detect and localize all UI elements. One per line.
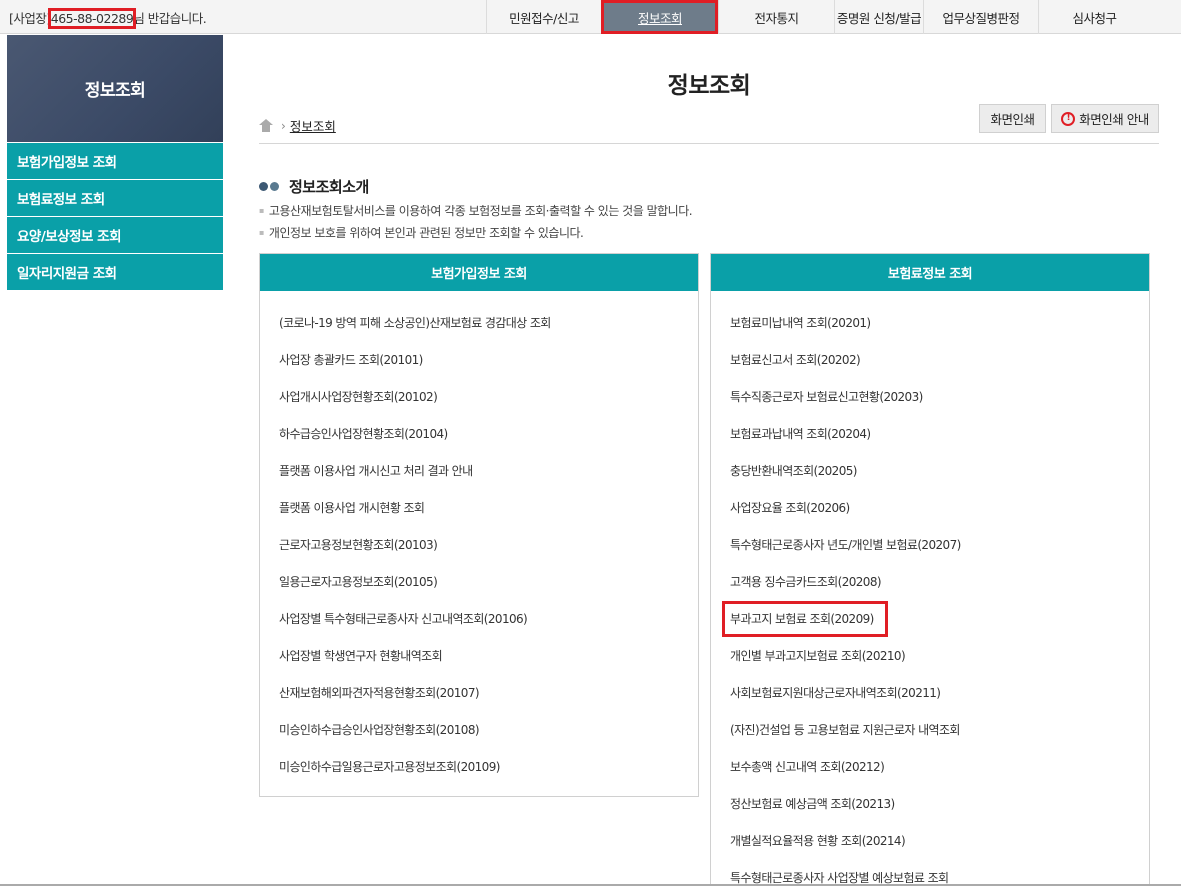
sidebar-item-4[interactable]: 일자리지원금 조회 bbox=[7, 253, 223, 290]
nav-item-5[interactable]: 업무상질병판정 bbox=[923, 0, 1038, 34]
list-item[interactable]: (자진)건설업 등 고용보험료 지원근로자 내역조회 bbox=[711, 712, 1149, 749]
home-icon[interactable] bbox=[259, 119, 273, 132]
list-item[interactable]: 근로자고용정보현황조회(20103) bbox=[260, 527, 698, 564]
list-item[interactable]: 개별실적요율적용 현황 조회(20214) bbox=[711, 823, 1149, 860]
list-item[interactable]: 플랫폼 이용사업 개시신고 처리 결과 안내 bbox=[260, 453, 698, 490]
sidebar-item-3[interactable]: 요양/보상정보 조회 bbox=[7, 216, 223, 253]
panel-header: 보험료정보 조회 bbox=[711, 254, 1149, 291]
page-title: 정보조회 bbox=[667, 73, 751, 99]
nav-item-1[interactable]: 민원접수/신고 bbox=[486, 0, 601, 34]
list-item[interactable]: 보험료미납내역 조회(20201) bbox=[711, 305, 1149, 342]
list-item[interactable]: 하수급승인사업장현황조회(20104) bbox=[260, 416, 698, 453]
print-guide-button[interactable]: ! 화면인쇄 안내 bbox=[1051, 104, 1159, 133]
description-line-2: 개인정보 보호를 위하여 본인과 관련된 정보만 조회할 수 있습니다. bbox=[259, 224, 584, 241]
description-line-1: 고용산재보험토탈서비스를 이용하여 각종 보험정보를 조회·출력할 수 있는 것… bbox=[259, 202, 693, 219]
list-item[interactable]: 미승인하수급승인사업장현황조회(20108) bbox=[260, 712, 698, 749]
list-item[interactable]: 일용근로자고용정보조회(20105) bbox=[260, 564, 698, 601]
panel-header: 보험가입정보 조회 bbox=[260, 254, 698, 291]
divider bbox=[259, 143, 1159, 144]
list-item[interactable]: 보험료과납내역 조회(20204) bbox=[711, 416, 1149, 453]
panel-list: (코로나-19 방역 피해 소상공인)산재보험료 경감대상 조회 사업장 총괄카드… bbox=[260, 291, 698, 786]
list-item[interactable]: 보수총액 신고내역 조회(20212) bbox=[711, 749, 1149, 786]
list-item[interactable]: 보험료신고서 조회(20202) bbox=[711, 342, 1149, 379]
alert-icon: ! bbox=[1061, 111, 1076, 126]
print-guide-label: 화면인쇄 안내 bbox=[1079, 112, 1149, 127]
sidebar-title: 정보조회 bbox=[7, 35, 223, 142]
nav-item-6[interactable]: 심사청구 bbox=[1038, 0, 1150, 34]
section-title-text: 정보조회소개 bbox=[289, 178, 369, 196]
list-item[interactable]: 특수형태근로종사자 년도/개인별 보험료(20207) bbox=[711, 527, 1149, 564]
breadcrumb-current[interactable]: 정보조회 bbox=[290, 116, 336, 135]
list-item[interactable]: 플랫폼 이용사업 개시현황 조회 bbox=[260, 490, 698, 527]
list-item[interactable]: 부과고지 보험료 조회(20209) bbox=[711, 601, 1149, 638]
top-bar: [사업장]465-88-02289님 반갑습니다. 민원접수/신고 정보조회 전자통… bbox=[0, 0, 1181, 34]
list-item[interactable]: 충당반환내역조회(20205) bbox=[711, 453, 1149, 490]
insurance-premium-panel: 보험료정보 조회 보험료미납내역 조회(20201) 보험료신고서 조회(2020… bbox=[710, 253, 1150, 886]
list-item[interactable]: 사업개시사업장현황조회(20102) bbox=[260, 379, 698, 416]
bullet-dots-icon bbox=[259, 182, 281, 191]
list-item[interactable]: 정산보험료 예상금액 조회(20213) bbox=[711, 786, 1149, 823]
chevron-right-icon: › bbox=[281, 118, 286, 133]
top-nav: 민원접수/신고 정보조회 전자통지 증명원 신청/발급 업무상질병판정 심사청구 bbox=[486, 0, 1150, 34]
nav-item-4[interactable]: 증명원 신청/발급 bbox=[834, 0, 923, 34]
list-item[interactable]: 사업장별 특수형태근로종사자 신고내역조회(20106) bbox=[260, 601, 698, 638]
nav-item-3[interactable]: 전자통지 bbox=[718, 0, 834, 34]
breadcrumb: › 정보조회 bbox=[259, 116, 336, 135]
insurance-enrollment-panel: 보험가입정보 조회 (코로나-19 방역 피해 소상공인)산재보험료 경감대상 … bbox=[259, 253, 699, 797]
greeting-suffix: 님 반갑습니다. bbox=[133, 11, 207, 26]
list-item[interactable]: 개인별 부과고지보험료 조회(20210) bbox=[711, 638, 1149, 675]
print-button[interactable]: 화면인쇄 bbox=[979, 104, 1046, 133]
sidebar-menu: 보험가입정보 조회 보험료정보 조회 요양/보상정보 조회 일자리지원금 조회 bbox=[7, 142, 223, 290]
list-item[interactable]: 고객용 징수금카드조회(20208) bbox=[711, 564, 1149, 601]
panel-list: 보험료미납내역 조회(20201) 보험료신고서 조회(20202) 특수직종근로자… bbox=[711, 291, 1149, 886]
sidebar-item-1[interactable]: 보험가입정보 조회 bbox=[7, 142, 223, 179]
list-item[interactable]: 사업장요율 조회(20206) bbox=[711, 490, 1149, 527]
list-item[interactable]: 사업장별 학생연구자 현황내역조회 bbox=[260, 638, 698, 675]
section-title: 정보조회소개 bbox=[259, 176, 369, 197]
list-item[interactable]: 사업장 총괄카드 조회(20101) bbox=[260, 342, 698, 379]
list-item[interactable]: 사회보험료지원대상근로자내역조회(20211) bbox=[711, 675, 1149, 712]
list-item[interactable]: 특수형태근로종사자 사업장별 예상보험료 조회 bbox=[711, 860, 1149, 886]
list-item[interactable]: (코로나-19 방역 피해 소상공인)산재보험료 경감대상 조회 bbox=[260, 305, 698, 342]
sidebar: 정보조회 보험가입정보 조회 보험료정보 조회 요양/보상정보 조회 일자리지원금 조… bbox=[7, 35, 223, 290]
nav-item-2[interactable]: 정보조회 bbox=[601, 0, 718, 34]
greeting-text: [사업장]465-88-02289님 반갑습니다. bbox=[9, 8, 207, 29]
highlighted-item-label: 부과고지 보험료 조회(20209) bbox=[722, 601, 888, 637]
sidebar-item-2[interactable]: 보험료정보 조회 bbox=[7, 179, 223, 216]
business-number: 465-88-02289 bbox=[47, 8, 137, 29]
greeting-prefix: [사업장] bbox=[9, 11, 51, 26]
list-item[interactable]: 특수직종근로자 보험료신고현황(20203) bbox=[711, 379, 1149, 416]
list-item[interactable]: 미승인하수급일용근로자고용정보조회(20109) bbox=[260, 749, 698, 786]
list-item[interactable]: 산재보험해외파견자적용현황조회(20107) bbox=[260, 675, 698, 712]
